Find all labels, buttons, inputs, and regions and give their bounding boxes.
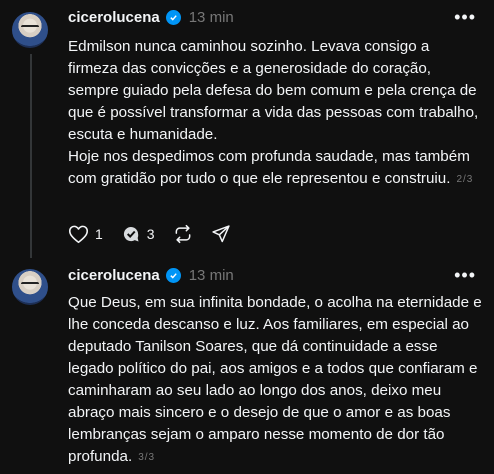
verified-badge-icon — [165, 10, 181, 25]
username[interactable]: cicerolucena — [68, 9, 160, 26]
post-time[interactable]: 13 min — [189, 9, 234, 26]
post-paragraph: Edmilson nunca caminhou sozinho. Levava … — [68, 38, 479, 143]
post-header: cicerolucena 13 min — [68, 9, 234, 26]
share-icon — [211, 224, 231, 244]
reply-button[interactable]: 3 — [121, 224, 155, 244]
thread-pager: 3/3 — [138, 452, 156, 463]
verified-badge-icon — [165, 268, 181, 283]
post-actions: 1 3 — [68, 224, 249, 244]
thread-line — [30, 54, 32, 258]
more-options-icon[interactable]: ••• — [454, 7, 476, 28]
post-paragraph: Hoje nos despedimos com profunda saudade… — [68, 146, 482, 191]
heart-icon — [68, 224, 89, 244]
repost-button[interactable] — [173, 224, 193, 244]
post-time[interactable]: 13 min — [189, 267, 234, 284]
avatar[interactable] — [12, 12, 48, 48]
like-count: 1 — [95, 226, 103, 242]
post-paragraph: Que Deus, em sua infinita bondade, o aco… — [68, 292, 482, 469]
more-options-icon[interactable]: ••• — [454, 265, 476, 286]
post-text: Edmilson nunca caminhou sozinho. Levava … — [68, 36, 482, 191]
repost-icon — [173, 224, 193, 244]
share-button[interactable] — [211, 224, 231, 244]
comment-icon — [121, 224, 141, 244]
post-header: cicerolucena 13 min — [68, 267, 234, 284]
like-button[interactable]: 1 — [68, 224, 103, 244]
avatar[interactable] — [12, 269, 48, 305]
reply-count: 3 — [146, 226, 155, 242]
post-text: Que Deus, em sua infinita bondade, o aco… — [68, 292, 482, 469]
thread-pager: 2/3 — [456, 174, 474, 185]
username[interactable]: cicerolucena — [68, 267, 160, 284]
